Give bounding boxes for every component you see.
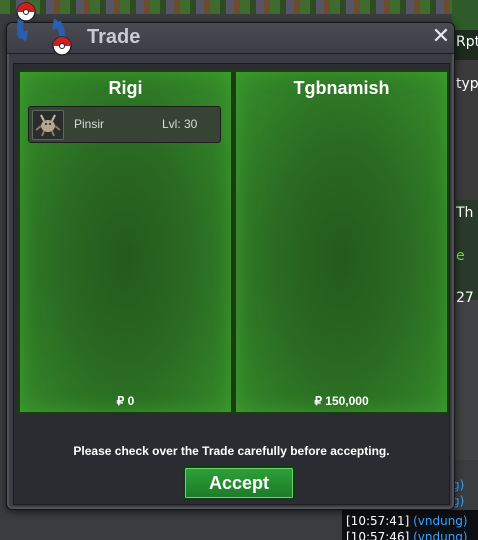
trade-logo-icon [16, 2, 72, 56]
close-icon[interactable]: ✕ [431, 25, 451, 49]
chat-line: [10:57:46] (vndung) [346, 530, 468, 540]
background-text: Rpt [456, 34, 478, 50]
window-title: Trade [87, 26, 141, 48]
player-name: Tgbnamish [293, 78, 390, 98]
my-offer-panel: Rigi Pinsir Lvl: 30 ₽ 0 [18, 70, 233, 414]
trade-content: Rigi Pinsir Lvl: 30 ₽ 0 Tgbnamish ₽ 150,… [13, 63, 450, 505]
money-amount: ₽ 150,000 [314, 394, 369, 408]
background-text: Th [456, 205, 474, 221]
item-level: Lvl: 30 [162, 117, 198, 131]
their-offer-panel: Tgbnamish ₽ 150,000 [234, 70, 449, 414]
trade-window: Trade ✕ Rigi Pinsir Lvl: 30 ₽ 0 Tgbnamis… [6, 22, 455, 510]
trade-item[interactable]: Pinsir Lvl: 30 [28, 106, 221, 143]
chat-time: [10:57:46] [346, 530, 410, 540]
background-text: 27 [456, 290, 474, 306]
game-side-strip [452, 0, 478, 460]
chat-user[interactable]: (vndung) [413, 514, 468, 528]
accept-button[interactable]: Accept [183, 466, 295, 500]
background-text: e [456, 248, 465, 264]
money-amount: ₽ 0 [116, 394, 135, 408]
chat-time: [10:57:41] [346, 514, 410, 528]
chat-user[interactable]: (vndung) [413, 530, 468, 540]
chat-line: [10:57:41] (vndung) [346, 514, 468, 528]
trade-notice: Please check over the Trade carefully be… [73, 444, 390, 458]
player-name: Rigi [108, 78, 143, 98]
pinsir-sprite-icon [32, 110, 64, 140]
item-name: Pinsir [74, 117, 105, 131]
background-text: typ [456, 76, 478, 92]
